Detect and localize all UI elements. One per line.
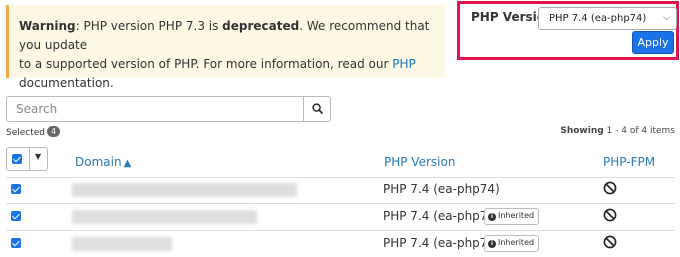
showing-range: Showing 1 - 4 of 4 items <box>560 126 675 136</box>
select-all-checkbox[interactable] <box>12 154 22 164</box>
warning-line-1: Warning: PHP version PHP 7.3 is deprecat… <box>19 19 430 52</box>
selected-count: Selected 4 <box>6 126 61 138</box>
warning-line-2: to a supported version of PHP. For more … <box>19 57 416 71</box>
row-checkbox[interactable] <box>11 238 21 248</box>
php-docs-link[interactable]: PHP <box>392 57 416 71</box>
row-divider <box>6 203 675 204</box>
info-icon: i <box>488 240 496 248</box>
column-php-version[interactable]: PHP Version <box>384 155 455 169</box>
search-input[interactable]: Search <box>6 96 304 122</box>
deprecated-word: deprecated <box>222 19 300 33</box>
row-checkbox[interactable] <box>11 184 21 194</box>
column-domain[interactable]: Domain ▲ <box>75 155 131 169</box>
search-icon <box>312 103 323 114</box>
info-icon: i <box>488 213 496 221</box>
php-version-cell: PHP 7.4 (ea-php74) <box>383 209 500 223</box>
search-button[interactable] <box>303 96 331 122</box>
inherited-badge: i Inherited <box>484 208 540 225</box>
php-version-selected: PHP 7.4 (ea-php74) <box>549 13 647 24</box>
no-entry-icon <box>603 235 617 249</box>
domain-name-redacted <box>72 237 172 251</box>
no-entry-icon <box>603 181 617 195</box>
php-version-select[interactable]: PHP 7.4 (ea-php74) ⌵ <box>538 7 677 30</box>
php-version-cell: PHP 7.4 (ea-php74) <box>383 236 500 250</box>
bulk-select-control: ▼ <box>6 147 48 171</box>
header-divider <box>6 177 675 178</box>
sort-ascending-icon: ▲ <box>123 158 132 169</box>
chevron-down-icon: ⌵ <box>663 13 670 23</box>
deprecation-warning: Warning: PHP version PHP 7.3 is deprecat… <box>6 5 445 90</box>
warning-line-3: documentation. <box>19 76 114 90</box>
domain-name-redacted <box>72 183 297 197</box>
bulk-divider <box>29 148 30 170</box>
apply-button[interactable]: Apply <box>632 31 674 54</box>
php-version-picker: PHP Version PHP 7.4 (ea-php74) ⌵ Apply <box>457 1 679 60</box>
row-divider <box>6 230 675 231</box>
php-version-cell: PHP 7.4 (ea-php74) <box>383 182 500 196</box>
domain-name-redacted <box>72 210 257 224</box>
column-php-fpm[interactable]: PHP-FPM <box>603 155 655 169</box>
no-entry-icon <box>603 208 617 222</box>
selected-badge: 4 <box>47 126 61 137</box>
row-checkbox[interactable] <box>11 211 21 221</box>
inherited-badge: i Inherited <box>484 235 540 252</box>
caret-down-icon[interactable]: ▼ <box>35 152 41 161</box>
warning-label: Warning <box>19 19 76 33</box>
